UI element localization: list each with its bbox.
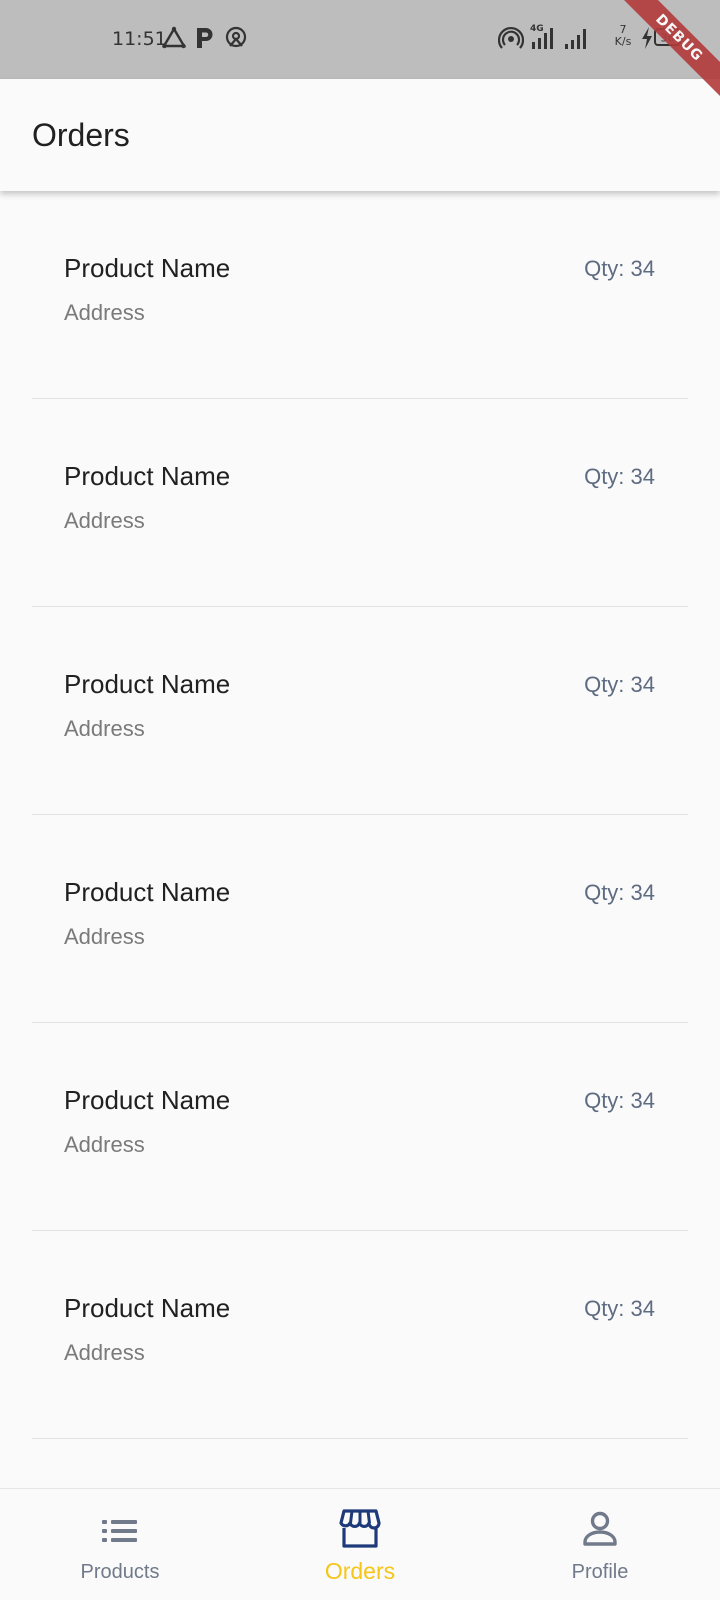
charging-icon (640, 26, 654, 50)
triangle-icon (162, 26, 186, 50)
app-bar: Orders (0, 79, 720, 191)
order-quantity: Qty: 34 (584, 1296, 655, 1321)
nav-label-orders: Orders (324, 1558, 396, 1584)
product-name: Product Name (64, 877, 231, 907)
order-address: Address (64, 1132, 145, 1157)
battery-icon: 36 (654, 28, 684, 46)
battery-level: 36 (661, 32, 675, 45)
signal-4g-icon: 4G (530, 22, 560, 52)
list-icon (100, 1511, 140, 1556)
bottom-navigation: Products Orders Profile (0, 1488, 720, 1600)
product-name: Product Name (64, 1293, 231, 1323)
product-name: Product Name (64, 461, 231, 491)
hotspot-icon (498, 26, 524, 52)
nav-label-products: Products (80, 1561, 160, 1583)
order-quantity: Qty: 34 (584, 672, 655, 697)
product-name: Product Name (64, 1085, 231, 1115)
screen: 11:51 4G 7 K/s 36 DEBUG Orders Product N… (0, 0, 720, 1600)
person-icon (580, 1509, 620, 1554)
order-address: Address (64, 716, 145, 741)
status-bar: 11:51 4G 7 K/s 36 (0, 0, 720, 79)
order-quantity: Qty: 34 (584, 880, 655, 905)
network-type-text: 4G (530, 24, 544, 34)
nav-item-profile[interactable]: Profile (480, 1489, 720, 1600)
order-address: Address (64, 508, 145, 533)
order-list-item[interactable]: Product Name Address Qty: 34 (32, 815, 688, 1023)
order-list: Product Name Address Qty: 34 Product Nam… (0, 191, 720, 1439)
network-speed: 7 K/s (610, 24, 636, 48)
product-name: Product Name (64, 253, 231, 283)
nav-item-orders[interactable]: Orders (240, 1489, 480, 1600)
storefront-icon (338, 1507, 382, 1556)
order-address: Address (64, 300, 145, 325)
order-address: Address (64, 1340, 145, 1365)
parking-p-icon (194, 26, 216, 50)
order-address: Address (64, 924, 145, 949)
order-quantity: Qty: 34 (584, 464, 655, 489)
status-time: 11:51 (112, 28, 167, 50)
order-quantity: Qty: 34 (584, 1088, 655, 1113)
page-title: Orders (32, 117, 130, 153)
order-list-item[interactable]: Product Name Address Qty: 34 (32, 399, 688, 607)
location-pin-icon (224, 26, 248, 50)
nav-item-products[interactable]: Products (0, 1489, 240, 1600)
nav-label-profile: Profile (571, 1561, 629, 1583)
speed-unit: K/s (614, 35, 632, 48)
order-list-item[interactable]: Product Name Address Qty: 34 (32, 1023, 688, 1231)
order-list-item[interactable]: Product Name Address Qty: 34 (32, 1231, 688, 1439)
product-name: Product Name (64, 669, 231, 699)
order-list-item[interactable]: Product Name Address Qty: 34 (32, 191, 688, 399)
order-quantity: Qty: 34 (584, 256, 655, 281)
order-list-item[interactable]: Product Name Address Qty: 34 (32, 607, 688, 815)
signal-bars-icon (564, 22, 590, 52)
